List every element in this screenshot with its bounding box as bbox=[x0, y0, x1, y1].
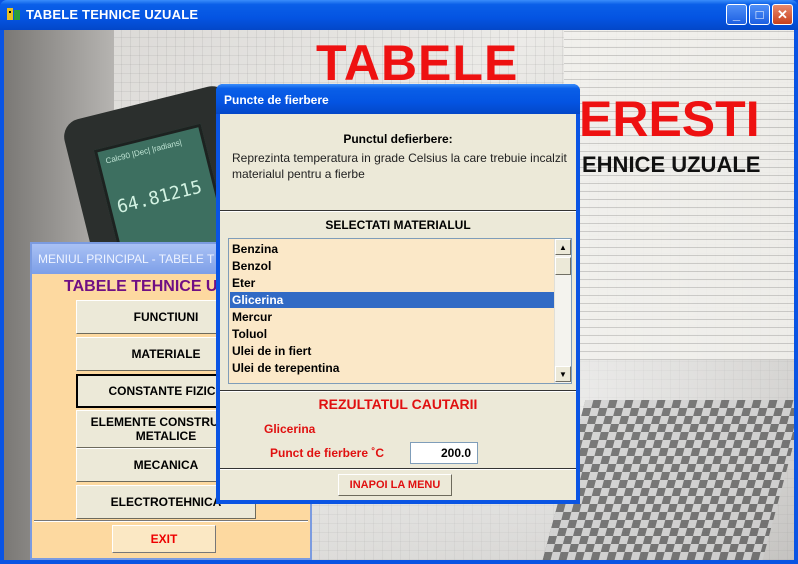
dialog-client-area: Punctul defierbere: Reprezinta temperatu… bbox=[220, 114, 576, 500]
calculator-readout: 64.81215 bbox=[114, 176, 205, 218]
list-item[interactable]: Ulei de terepentina bbox=[230, 360, 554, 376]
definition-heading: Punctul defierbere: bbox=[343, 132, 453, 146]
minimize-button[interactable]: _ bbox=[726, 4, 747, 25]
menu-divider bbox=[34, 520, 308, 522]
boiling-point-value: 200.0 bbox=[410, 442, 478, 464]
dialog-title-bar[interactable]: Puncte de fierbere bbox=[216, 84, 580, 114]
close-button[interactable]: ✕ bbox=[772, 4, 793, 25]
list-item[interactable]: Ulei de in fiert bbox=[230, 343, 554, 359]
back-to-menu-button[interactable]: INAPOI LA MENU bbox=[338, 474, 452, 496]
list-item[interactable]: Benzol bbox=[230, 258, 554, 274]
section-divider bbox=[220, 468, 576, 470]
background-title-line2: ERESTI bbox=[579, 91, 760, 147]
boiling-point-dialog: Puncte de fierbere Punctul defierbere: R… bbox=[216, 84, 580, 504]
listbox-scrollbar[interactable]: ▲ ▼ bbox=[554, 239, 571, 383]
list-item[interactable]: Eter bbox=[230, 275, 554, 291]
window-title: TABELE TEHNICE UZUALE bbox=[26, 7, 199, 22]
menu-heading: TABELE TEHNICE U bbox=[64, 278, 218, 295]
result-heading: REZULTATUL CAUTARII bbox=[318, 396, 478, 412]
section-divider bbox=[220, 210, 576, 212]
select-material-heading: SELECTATI MATERIALUL bbox=[325, 218, 471, 232]
boiling-point-label: Punct de fierbere ˚C bbox=[270, 446, 385, 460]
list-item[interactable]: Benzina bbox=[230, 241, 554, 257]
exit-button[interactable]: EXIT bbox=[112, 525, 216, 553]
dialog-title: Puncte de fierbere bbox=[224, 93, 329, 107]
material-listbox[interactable]: Benzina Benzol Eter Glicerina Mercur Tol… bbox=[228, 238, 572, 384]
app-icon bbox=[7, 8, 20, 20]
section-divider bbox=[220, 390, 576, 392]
scroll-down-icon[interactable]: ▼ bbox=[555, 366, 571, 382]
result-material-name: Glicerina bbox=[264, 422, 316, 436]
calculator-menu-text: Calc90 |Dec| |radians| bbox=[104, 137, 183, 166]
definition-text: Reprezinta temperatura in grade Celsius … bbox=[232, 151, 567, 181]
background-title-line3: EHNICE UZUALE bbox=[582, 152, 761, 177]
list-item[interactable]: Toluol bbox=[230, 326, 554, 342]
scroll-up-icon[interactable]: ▲ bbox=[555, 239, 571, 255]
background-checkered-sleeve bbox=[542, 400, 794, 560]
main-title-bar[interactable]: TABELE TEHNICE UZUALE _ □ ✕ bbox=[0, 0, 798, 30]
scroll-thumb[interactable] bbox=[555, 257, 571, 275]
background-table-paper bbox=[564, 30, 794, 360]
list-item[interactable]: Mercur bbox=[230, 309, 554, 325]
list-item-selected[interactable]: Glicerina bbox=[230, 292, 554, 308]
menu-window-title: MENIUL PRINCIPAL - TABELE T bbox=[38, 252, 215, 266]
maximize-button[interactable]: □ bbox=[749, 4, 770, 25]
